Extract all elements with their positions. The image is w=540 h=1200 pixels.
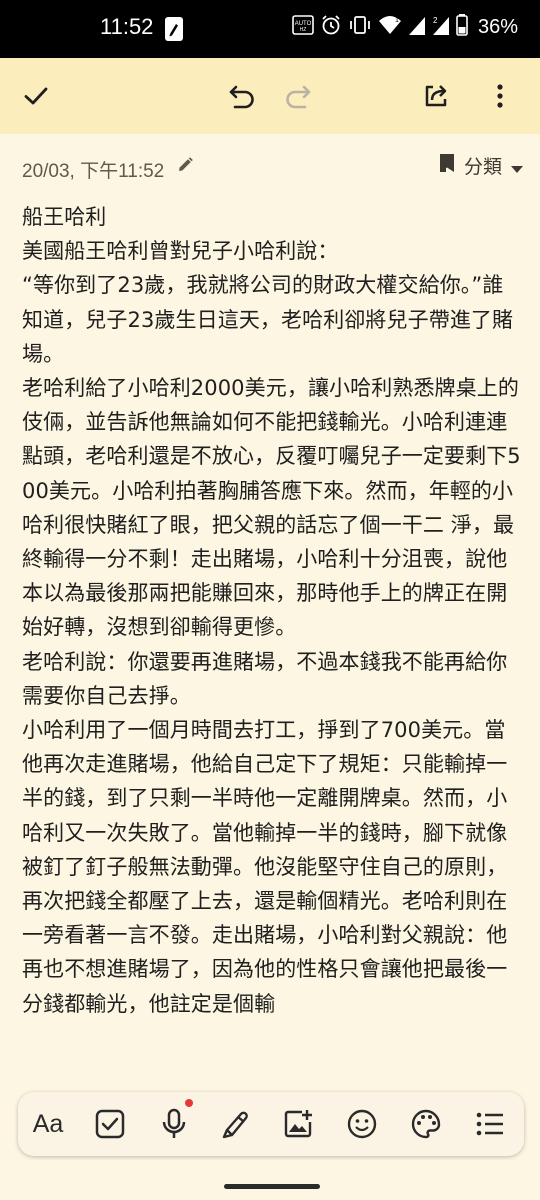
redo-icon[interactable] xyxy=(280,78,316,114)
svg-text:2: 2 xyxy=(433,16,438,25)
note-edited-date: 20/03, 下午11:52 xyxy=(22,161,165,182)
vibrate-icon xyxy=(348,14,372,40)
add-image-icon[interactable] xyxy=(278,1104,318,1144)
note-meta: 20/03, 下午11:52 分類 xyxy=(0,134,540,198)
pencil-icon[interactable] xyxy=(176,156,194,178)
keep-notes-icon xyxy=(164,16,184,42)
share-icon[interactable] xyxy=(418,78,454,114)
checkbox-icon[interactable] xyxy=(90,1104,130,1144)
battery-percent: 36% xyxy=(477,15,518,38)
emoji-icon[interactable] xyxy=(342,1104,382,1144)
auto-brightness-icon: AUTO HZ xyxy=(292,14,314,40)
undo-icon[interactable] xyxy=(224,78,260,114)
note-body[interactable]: 船王哈利 美國船王哈利曾對兒子小哈利說： “等你到了23歲，我就將公司的財政大權… xyxy=(22,200,522,1090)
gesture-handle[interactable] xyxy=(224,1184,320,1189)
navigation-bar xyxy=(0,1160,540,1200)
microphone-icon[interactable] xyxy=(154,1104,194,1144)
more-vert-icon[interactable] xyxy=(482,78,518,114)
list-icon[interactable] xyxy=(470,1104,510,1144)
status-icons: AUTO HZ 1 2 36% xyxy=(292,14,518,40)
label-icon xyxy=(438,152,456,179)
note-paragraph: “等你到了23歲，我就將公司的財政大權交給你。”誰知道，兒子23歲生日這天，老哈… xyxy=(22,273,514,366)
text-format-label: Aa xyxy=(32,1109,64,1138)
editor-toolbar xyxy=(0,58,540,134)
note-paragraph: 小哈利用了一個月時間去打工，掙到了700美元。當他再次走進賭場，他給自己定下了規… xyxy=(22,718,508,1016)
wifi-icon: 1 xyxy=(378,14,402,40)
palette-icon[interactable] xyxy=(406,1104,446,1144)
label-button[interactable]: 分類 xyxy=(438,152,502,179)
signal-icon xyxy=(408,14,426,40)
signal-icon: 2 xyxy=(432,14,450,40)
alarm-icon xyxy=(320,14,342,40)
svg-text:HZ: HZ xyxy=(300,27,307,33)
status-time: 11:52 xyxy=(100,14,154,39)
note-paragraph: 美國船王哈利曾對兒子小哈利說： xyxy=(22,239,339,264)
svg-text:1: 1 xyxy=(395,17,399,24)
check-icon[interactable] xyxy=(18,78,54,114)
battery-icon xyxy=(456,14,468,40)
status-bar: 11:52 AUTO HZ 1 2 36% xyxy=(0,0,540,58)
chevron-down-icon[interactable] xyxy=(510,160,524,179)
note-paragraph: 老哈利說：你還要再進賭場，不過本錢我不能再給你需要你自己去掙。 xyxy=(22,649,508,708)
label-text: 分類 xyxy=(463,156,502,178)
note-paragraph: 老哈利給了小哈利2000美元，讓小哈利熟悉牌桌上的伎倆，並告訴他無論如何不能把錢… xyxy=(22,376,521,640)
note-title: 船王哈利 xyxy=(22,205,107,229)
text-format-icon[interactable]: Aa xyxy=(26,1104,70,1144)
bottom-toolbar: Aa xyxy=(18,1092,524,1156)
brush-icon[interactable] xyxy=(216,1104,256,1144)
